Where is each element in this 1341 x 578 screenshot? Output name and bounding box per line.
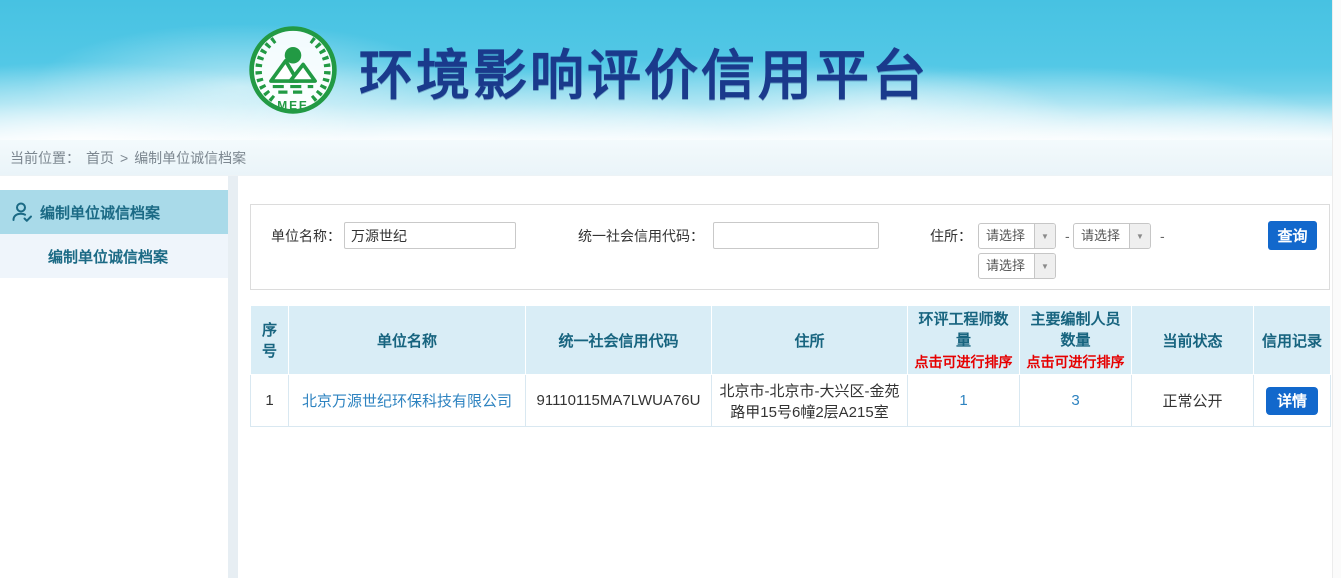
- col-header-company: 单位名称: [289, 306, 526, 375]
- breadcrumb: 当前位置： 首页 > 编制单位诚信档案: [0, 140, 1341, 176]
- province-select-value: 请选择: [979, 224, 1034, 248]
- district-select[interactable]: 请选择 ▼: [978, 253, 1056, 279]
- sort-hint-staff: 点击可进行排序: [1024, 352, 1127, 372]
- col-header-engineer-count-label: 环评工程师数量: [912, 308, 1015, 350]
- sidebar-subitem-credit-archive[interactable]: 编制单位诚信档案: [0, 234, 228, 278]
- address-dash-2: -: [1160, 223, 1165, 249]
- chevron-down-icon: ▼: [1034, 254, 1055, 278]
- sort-hint-engineer: 点击可进行排序: [912, 352, 1015, 372]
- results-table: 序号 单位名称 统一社会信用代码 住所 环评工程师数量 点击可进行排序 主要编制…: [250, 305, 1331, 427]
- col-header-credit-code: 统一社会信用代码: [526, 306, 712, 375]
- query-button[interactable]: 查询: [1268, 221, 1317, 250]
- district-select-value: 请选择: [979, 254, 1034, 278]
- credit-code-label: 统一社会信用代码：: [578, 222, 704, 250]
- detail-button[interactable]: 详情: [1266, 387, 1318, 415]
- col-header-index: 序号: [251, 306, 289, 375]
- mee-logo-text: MEE: [277, 99, 308, 113]
- table-header-row: 序号 单位名称 统一社会信用代码 住所 环评工程师数量 点击可进行排序 主要编制…: [251, 306, 1331, 375]
- col-header-engineer-count-sortable[interactable]: 环评工程师数量 点击可进行排序: [908, 306, 1020, 375]
- col-header-staff-count-sortable[interactable]: 主要编制人员数量 点击可进行排序: [1020, 306, 1132, 375]
- header-brand: MEE 环境影响评价信用平台: [247, 0, 929, 140]
- breadcrumb-home-link[interactable]: 首页: [86, 148, 114, 168]
- col-header-status: 当前状态: [1132, 306, 1254, 375]
- sidebar-divider: [228, 176, 238, 578]
- company-link[interactable]: 北京万源世纪环保科技有限公司: [302, 393, 512, 410]
- main-area: 编制单位诚信档案 编制单位诚信档案 单位名称： 统一社会信用代码： 住所： 请选…: [0, 176, 1341, 578]
- breadcrumb-separator: >: [120, 150, 128, 166]
- address-label: 住所：: [930, 222, 972, 250]
- mee-logo-icon: MEE: [247, 24, 339, 116]
- breadcrumb-current: 编制单位诚信档案: [134, 148, 246, 168]
- search-panel: 单位名称： 统一社会信用代码： 住所： 请选择 ▼ - 请选择 ▼ - 请选择 …: [250, 204, 1330, 290]
- scrollbar-track[interactable]: [1332, 0, 1341, 578]
- col-header-staff-count-label: 主要编制人员数量: [1024, 308, 1127, 350]
- cell-credit-code: 91110115MA7LWUA76U: [526, 375, 712, 427]
- user-check-icon: [10, 200, 34, 224]
- table-row: 1 北京万源世纪环保科技有限公司 91110115MA7LWUA76U 北京市-…: [251, 375, 1331, 427]
- col-header-address: 住所: [712, 306, 908, 375]
- credit-code-input[interactable]: [713, 222, 879, 249]
- breadcrumb-label: 当前位置：: [10, 148, 80, 168]
- cell-index: 1: [251, 375, 289, 427]
- chevron-down-icon: ▼: [1034, 224, 1055, 248]
- engineer-count-link[interactable]: 1: [959, 392, 967, 409]
- chevron-down-icon: ▼: [1129, 224, 1150, 248]
- sidebar-item-credit-archive[interactable]: 编制单位诚信档案: [0, 190, 228, 234]
- sidebar-item-label: 编制单位诚信档案: [40, 202, 160, 223]
- sidebar-subitem-label: 编制单位诚信档案: [48, 246, 168, 267]
- col-header-credit-record: 信用记录: [1254, 306, 1331, 375]
- province-select[interactable]: 请选择 ▼: [978, 223, 1056, 249]
- page-title: 环境影响评价信用平台: [359, 31, 929, 110]
- cell-address: 北京市-北京市-大兴区-金苑路甲15号6幢2层A215室: [712, 375, 908, 427]
- site-header: MEE 环境影响评价信用平台: [0, 0, 1341, 140]
- company-name-label: 单位名称：: [271, 222, 341, 250]
- staff-count-link[interactable]: 3: [1071, 392, 1079, 409]
- company-name-input[interactable]: [344, 222, 516, 249]
- address-dash-1: -: [1065, 223, 1070, 249]
- sidebar: 编制单位诚信档案 编制单位诚信档案: [0, 176, 228, 578]
- cell-status: 正常公开: [1132, 375, 1254, 427]
- city-select[interactable]: 请选择 ▼: [1073, 223, 1151, 249]
- city-select-value: 请选择: [1074, 224, 1129, 248]
